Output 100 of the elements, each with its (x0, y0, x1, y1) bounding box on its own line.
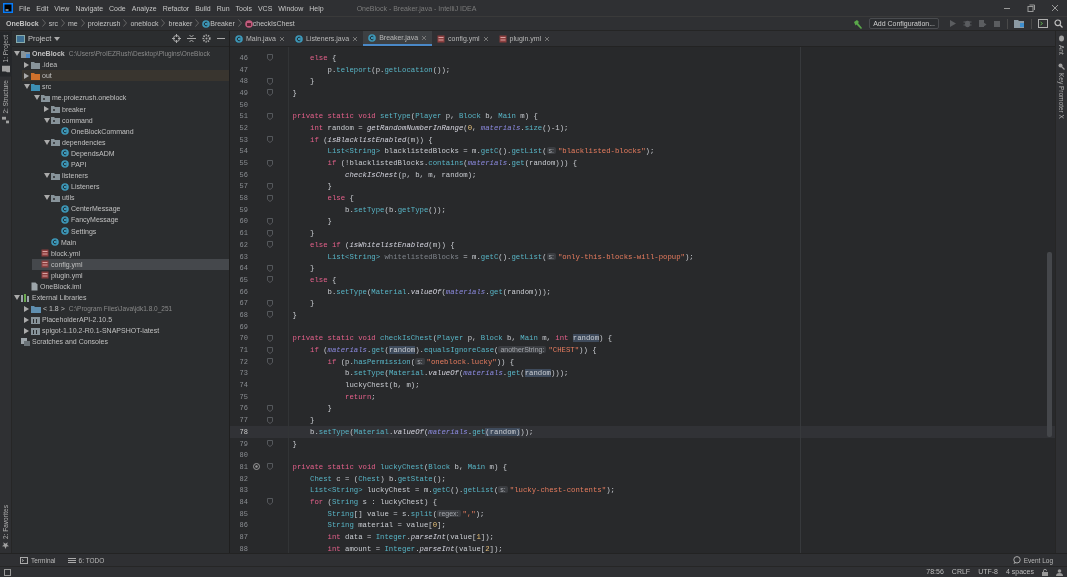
fold-icon[interactable] (267, 112, 273, 120)
class-icon (61, 127, 69, 136)
collapsed-arrow-icon[interactable] (24, 61, 29, 68)
fold-icon[interactable] (267, 217, 273, 225)
expanded-arrow-icon[interactable] (13, 51, 20, 57)
collapsed-arrow-icon[interactable] (24, 305, 29, 312)
expanded-arrow-icon[interactable] (13, 295, 20, 301)
folder-grid-icon[interactable] (1014, 19, 1025, 28)
structure-icon (2, 117, 10, 125)
fold-icon[interactable] (267, 358, 273, 366)
yaml-file-icon (498, 34, 507, 43)
package-icon (41, 93, 50, 102)
close-icon[interactable] (421, 34, 428, 41)
expanded-arrow-icon[interactable] (43, 139, 50, 145)
close-icon[interactable] (482, 35, 489, 42)
collapsed-arrow-icon[interactable] (24, 72, 29, 79)
file-icon (31, 282, 38, 291)
fold-icon[interactable] (267, 182, 273, 190)
class-icon (202, 19, 211, 28)
bug-icon[interactable] (963, 19, 972, 28)
fold-icon[interactable] (267, 346, 273, 354)
hammer-icon[interactable] (853, 18, 864, 29)
fold-icon[interactable] (267, 463, 273, 471)
fold-icon[interactable] (267, 404, 273, 412)
expanded-arrow-icon[interactable] (43, 117, 50, 123)
scratches-icon (21, 338, 30, 346)
class-icon (61, 149, 69, 158)
collapsed-arrow-icon[interactable] (44, 106, 49, 112)
star-icon (2, 542, 10, 549)
terminal-icon[interactable] (1038, 19, 1048, 28)
class-icon (61, 160, 69, 169)
collapsed-arrow-icon[interactable] (24, 316, 29, 323)
restore-icon[interactable] (1027, 4, 1035, 12)
fold-icon[interactable] (267, 229, 273, 237)
crosshair-icon[interactable] (172, 34, 181, 43)
expanded-arrow-icon[interactable] (43, 173, 50, 179)
yaml-file-icon (41, 260, 49, 269)
search-icon[interactable] (1054, 19, 1063, 28)
class-icon (294, 34, 303, 43)
lock-icon[interactable] (1042, 568, 1048, 576)
chevron-icon (80, 19, 85, 27)
fold-icon[interactable] (267, 299, 273, 307)
fold-icon[interactable] (267, 159, 273, 167)
fold-icon[interactable] (267, 77, 273, 85)
chevron-icon (237, 19, 242, 27)
chevron-icon (161, 19, 166, 27)
fold-icon[interactable] (267, 276, 273, 284)
method-icon (244, 19, 253, 28)
person-icon[interactable] (1056, 568, 1063, 576)
class-icon (51, 238, 59, 247)
collapse-icon[interactable] (187, 34, 196, 43)
fold-icon[interactable] (267, 136, 273, 144)
package-icon (51, 116, 60, 125)
class-icon (61, 204, 69, 213)
coverage-icon[interactable] (978, 19, 987, 28)
fold-icon[interactable] (267, 440, 273, 448)
chevron-icon (195, 19, 200, 27)
expanded-arrow-icon[interactable] (23, 84, 30, 90)
folder-icon (2, 65, 10, 73)
close-icon[interactable] (544, 35, 551, 42)
caret-icon[interactable] (54, 36, 61, 41)
yaml-file-icon (41, 271, 49, 280)
collapsed-arrow-icon[interactable] (24, 327, 29, 334)
fold-icon[interactable] (267, 416, 273, 424)
folder-icon (31, 304, 41, 313)
fold-icon[interactable] (267, 311, 273, 319)
class-icon (61, 227, 69, 236)
fold-icon[interactable] (267, 89, 273, 97)
package-icon (51, 138, 60, 147)
close-icon[interactable] (278, 35, 285, 42)
run-icon[interactable] (949, 19, 957, 28)
fold-icon[interactable] (267, 498, 273, 506)
settings-icon[interactable] (202, 34, 211, 43)
class-icon (235, 34, 243, 43)
close-icon[interactable] (352, 35, 359, 42)
fold-icon[interactable] (267, 194, 273, 202)
chevron-icon (61, 19, 66, 27)
fold-icon[interactable] (267, 54, 273, 62)
close-icon[interactable] (1051, 4, 1059, 12)
libraries-icon (21, 293, 30, 302)
panel-icon (16, 34, 25, 43)
library-icon (31, 326, 40, 335)
scrollbar-thumb[interactable] (1047, 252, 1052, 437)
chevron-icon (123, 19, 128, 27)
yaml-file-icon (437, 34, 446, 43)
list-icon (67, 556, 76, 564)
expanded-arrow-icon[interactable] (33, 95, 40, 101)
chevron-icon (41, 19, 46, 27)
fold-icon[interactable] (267, 334, 273, 342)
stop-icon[interactable] (993, 19, 1001, 28)
expanded-arrow-icon[interactable] (43, 195, 50, 201)
fold-icon[interactable] (267, 264, 273, 272)
recursion-icon[interactable] (253, 463, 260, 471)
terminal-icon (20, 556, 28, 564)
speech-bubble-icon (1012, 556, 1021, 564)
package-icon (51, 171, 60, 180)
app-logo-icon (3, 3, 13, 13)
fold-icon[interactable] (267, 241, 273, 249)
package-icon (51, 193, 60, 202)
panel-toggle-icon[interactable] (4, 568, 11, 576)
